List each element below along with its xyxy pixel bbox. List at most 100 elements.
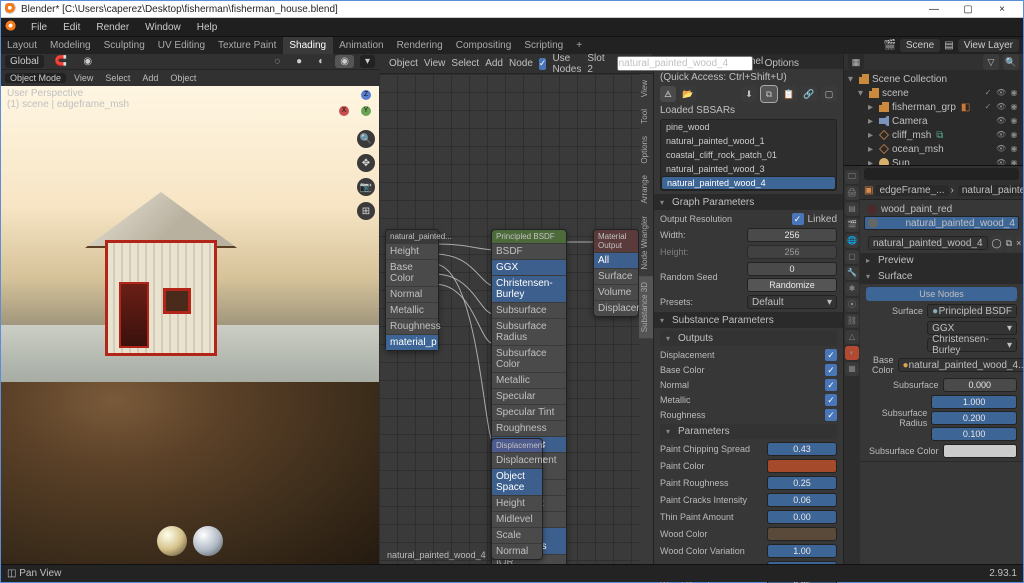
sbsar-action-remove-icon[interactable]: ▢ <box>821 86 837 102</box>
subsurf-method-dropdown[interactable]: Christensen-Burley▾ <box>927 338 1017 352</box>
move-view-tool-icon[interactable]: ✥ <box>357 154 375 172</box>
prop-tab-output-icon[interactable]: 🖨 <box>845 186 859 200</box>
width-field[interactable]: 256 <box>747 228 837 242</box>
prop-tab-constraints-icon[interactable]: ⛓ <box>845 314 859 328</box>
material-picker[interactable]: natural_painted_wood_4 <box>868 236 988 250</box>
distribution-dropdown[interactable]: GGX▾ <box>927 321 1017 335</box>
output-metallic-check[interactable]: ✓ <box>825 394 837 406</box>
prop-tab-viewlayer-icon[interactable]: ▤ <box>845 202 859 216</box>
sbsar-action-download-icon[interactable]: ⬇ <box>741 86 757 102</box>
prop-tab-data-icon[interactable]: △ <box>845 330 859 344</box>
workspace-tab-compositing[interactable]: Compositing <box>450 37 519 54</box>
node-substance-output[interactable]: natural_painted... Height Base Color Nor… <box>385 229 439 351</box>
proportional-edit-toggle[interactable]: ◉ <box>78 55 97 68</box>
sbsar-action-link-icon[interactable]: 🔗 <box>801 86 817 102</box>
output-normal-check[interactable]: ✓ <box>825 379 837 391</box>
param-thin-paint[interactable]: 0.00 <box>767 510 837 524</box>
graph-parameters-header[interactable]: ▾Graph Parameters <box>654 195 843 210</box>
window-maximize-button[interactable]: ▢ <box>951 1 985 18</box>
outliner-filter-icon[interactable]: ▽ <box>983 54 999 70</box>
sbsar-item[interactable]: pine_wood <box>661 120 836 134</box>
outputs-subheader[interactable]: ▾Outputs <box>660 331 837 346</box>
param-wood-color[interactable] <box>767 527 837 541</box>
subsurf-radius-0[interactable]: 1.000 <box>931 395 1017 409</box>
sbsar-item[interactable]: natural_painted_wood_4 <box>661 176 836 190</box>
material-slot[interactable]: wood_paint_red <box>864 203 1019 216</box>
ne-menu-node[interactable]: Node <box>509 58 533 69</box>
properties-search-input[interactable] <box>864 168 1019 180</box>
zoom-tool-icon[interactable]: 🔍 <box>357 130 375 148</box>
material-slot[interactable]: natural_painted_wood_4 <box>864 216 1019 230</box>
node-displacement[interactable]: Displacement Displacement Object Space H… <box>491 438 543 560</box>
sbsar-action-copy-icon[interactable]: 📋 <box>781 86 797 102</box>
prop-tab-scene-icon[interactable]: 🎬 <box>845 218 859 232</box>
material-copy-icon[interactable]: ⧉ <box>1006 235 1012 251</box>
use-nodes-checkbox[interactable]: ✓ <box>539 58 547 70</box>
prop-tab-material-icon[interactable]: ◐ <box>845 346 859 360</box>
n-tab-nodewrangler[interactable]: Node Wrangler <box>639 210 653 276</box>
output-displacement-check[interactable]: ✓ <box>825 349 837 361</box>
sbsar-list[interactable]: pine_wood natural_painted_wood_1 coastal… <box>660 119 837 191</box>
n-tab-view[interactable]: View <box>639 74 653 103</box>
sbsar-item[interactable]: coastal_cliff_rock_patch_01 <box>661 148 836 162</box>
n-tab-tool[interactable]: Tool <box>639 103 653 130</box>
menu-help[interactable]: Help <box>193 22 222 33</box>
workspace-tab-texturepaint[interactable]: Texture Paint <box>212 37 283 54</box>
prop-tab-object-icon[interactable]: ▢ <box>845 250 859 264</box>
workspace-tab-sculpting[interactable]: Sculpting <box>98 37 152 54</box>
workspace-tab-modeling[interactable]: Modeling <box>44 37 98 54</box>
transform-orientation-dropdown[interactable]: Global <box>5 55 44 68</box>
outliner-search-icon[interactable]: 🔍 <box>1003 54 1019 70</box>
prop-tab-world-icon[interactable]: 🌐 <box>845 234 859 248</box>
viewlayer-dropdown[interactable]: View Layer <box>958 39 1019 52</box>
preview-panel-header[interactable]: ▸Preview <box>860 253 1023 268</box>
prop-tab-render-icon[interactable]: 🖵 <box>845 170 859 184</box>
mode-dropdown[interactable]: Object Mode <box>5 73 66 83</box>
n-tab-arrange[interactable]: Arrange <box>639 169 653 209</box>
shading-mode-rendered-icon[interactable]: ◉ <box>335 55 354 68</box>
shading-options-dropdown-icon[interactable]: ▾ <box>360 55 375 68</box>
shading-mode-matprev-icon[interactable]: ◐ <box>313 55 329 68</box>
shading-mode-solid-icon[interactable]: ● <box>291 55 307 68</box>
workspace-tab-rendering[interactable]: Rendering <box>391 37 450 54</box>
viewport-nav-gizmo[interactable]: Z X Y <box>339 90 373 124</box>
n-tab-substance3d[interactable]: Substance 3D <box>639 276 653 338</box>
viewport-menu-select[interactable]: Select <box>101 73 134 83</box>
prop-tab-modifiers-icon[interactable]: 🔧 <box>845 266 859 280</box>
viewport-3d[interactable]: User Perspective (1) scene | edgeframe_m… <box>1 86 379 564</box>
window-close-button[interactable]: × <box>985 1 1019 18</box>
workspace-tab-uvediting[interactable]: UV Editing <box>152 37 212 54</box>
outliner-editor-icon[interactable]: ▦ <box>848 54 864 70</box>
ne-menu-select[interactable]: Select <box>451 58 479 69</box>
subsurf-color-field[interactable] <box>943 444 1018 458</box>
param-cracks[interactable]: 0.06 <box>767 493 837 507</box>
camera-view-tool-icon[interactable]: 📷 <box>357 178 375 196</box>
sbsar-item[interactable]: natural_painted_wood_1 <box>661 134 836 148</box>
param-wood-color-var[interactable]: 1.00 <box>767 544 837 558</box>
sbsar-item[interactable]: natural_painted_wood_3 <box>661 162 836 176</box>
substance-parameters-header[interactable]: ▾Substance Parameters <box>654 313 843 328</box>
outliner-tree[interactable]: ▾Scene Collection ▾scene✓👁◉ ▸fisherman_g… <box>844 70 1023 165</box>
subsurface-field[interactable]: 0.000 <box>943 378 1018 392</box>
workspace-tab-scripting[interactable]: Scripting <box>518 37 570 54</box>
workspace-tab-shading[interactable]: Shading <box>283 37 333 54</box>
output-roughness-check[interactable]: ✓ <box>825 409 837 421</box>
menu-file[interactable]: File <box>27 22 51 33</box>
prop-tab-texture-icon[interactable]: ▦ <box>845 362 859 376</box>
param-paint-color[interactable] <box>767 459 837 473</box>
surface-panel-header[interactable]: ▾Surface <box>860 269 1023 284</box>
viewport-menu-add[interactable]: Add <box>138 73 162 83</box>
toggle-perspective-icon[interactable]: ⊞ <box>357 202 375 220</box>
subsurf-radius-1[interactable]: 0.200 <box>931 411 1017 425</box>
random-seed-field[interactable]: 0 <box>747 262 837 276</box>
parameters-subheader[interactable]: ▾Parameters <box>660 424 837 439</box>
subsurf-radius-2[interactable]: 0.100 <box>931 427 1017 441</box>
workspace-tab-add[interactable]: + <box>570 37 589 54</box>
node-editor-canvas[interactable]: natural_painted... Height Base Color Nor… <box>379 74 653 564</box>
use-nodes-button[interactable]: Use Nodes <box>866 287 1017 301</box>
shading-mode-wireframe-icon[interactable]: ◌ <box>269 55 285 68</box>
param-paint-chipping[interactable]: 0.43 <box>767 442 837 456</box>
menu-window[interactable]: Window <box>141 22 185 33</box>
material-slot-list[interactable]: wood_paint_red natural_painted_wood_4 <box>860 200 1023 233</box>
node-material-output[interactable]: Material Output All Surface Volume Displ… <box>593 229 639 317</box>
